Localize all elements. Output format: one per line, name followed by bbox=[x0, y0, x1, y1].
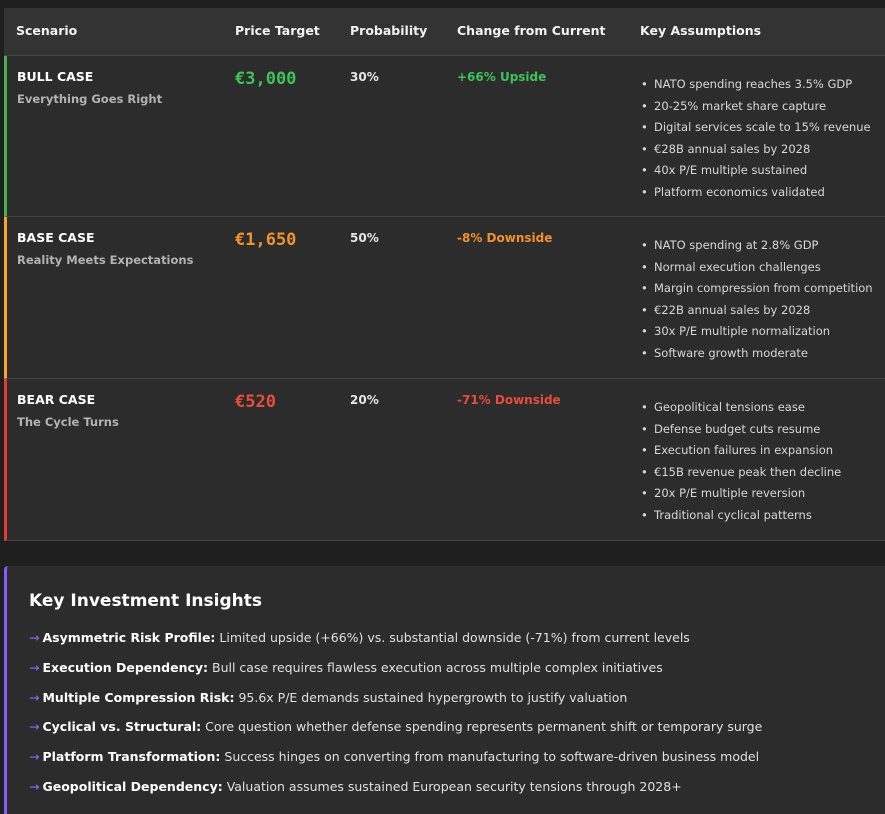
case-subtitle: The Cycle Turns bbox=[17, 415, 119, 429]
list-item: €22B annual sales by 2028 bbox=[637, 300, 873, 322]
arrow-right-icon: → bbox=[29, 778, 40, 794]
list-item: 20-25% market share capture bbox=[637, 96, 871, 118]
list-item: NATO spending reaches 3.5% GDP bbox=[637, 74, 871, 96]
list-item: Platform economics validated bbox=[637, 182, 871, 204]
header-scenario: Scenario bbox=[16, 23, 78, 38]
insight-heading: Multiple Compression Risk: bbox=[42, 689, 235, 705]
change-from-current: +66% Upside bbox=[457, 70, 547, 84]
list-item: €28B annual sales by 2028 bbox=[637, 139, 871, 161]
list-item: €15B revenue peak then decline bbox=[637, 462, 841, 484]
insight-heading: Execution Dependency: bbox=[42, 659, 209, 675]
header-change: Change from Current bbox=[457, 23, 606, 38]
list-item: → Execution Dependency: Bull case require… bbox=[29, 658, 762, 688]
probability: 50% bbox=[350, 231, 379, 245]
list-item: Normal execution challenges bbox=[637, 257, 873, 279]
list-item: → Platform Transformation: Success hinges… bbox=[29, 747, 762, 777]
probability: 30% bbox=[350, 70, 379, 84]
list-item: → Cyclical vs. Structural: Core question … bbox=[29, 717, 762, 747]
list-item: Software growth moderate bbox=[637, 343, 873, 365]
arrow-right-icon: → bbox=[29, 659, 40, 675]
list-item: Margin compression from competition bbox=[637, 278, 873, 300]
insight-text: Core question whether defense spending r… bbox=[201, 719, 763, 735]
case-subtitle: Everything Goes Right bbox=[17, 92, 163, 106]
price-target: €3,000 bbox=[235, 69, 297, 89]
list-item: 40x P/E multiple sustained bbox=[637, 160, 871, 182]
case-title: BULL CASE bbox=[17, 69, 94, 84]
arrow-right-icon: → bbox=[29, 689, 40, 705]
arrow-right-icon: → bbox=[29, 630, 40, 645]
insight-text: 95.6x P/E demands sustained hypergrowth … bbox=[234, 689, 628, 705]
insights-list: → Asymmetric Risk Profile: Limited upside… bbox=[29, 628, 762, 807]
header-price-target: Price Target bbox=[235, 23, 320, 38]
list-item: → Asymmetric Risk Profile: Limited upside… bbox=[29, 628, 762, 658]
assumption-list: NATO spending reaches 3.5% GDP 20-25% ma… bbox=[637, 74, 871, 203]
list-item: Traditional cyclical patterns bbox=[637, 505, 841, 527]
list-item: NATO spending at 2.8% GDP bbox=[637, 235, 873, 257]
list-item: 20x P/E multiple reversion bbox=[637, 483, 841, 505]
case-title: BASE CASE bbox=[17, 230, 95, 245]
arrow-right-icon: → bbox=[29, 749, 40, 765]
insight-text: Limited upside (+66%) vs. substantial do… bbox=[215, 630, 690, 645]
insights-title: Key Investment Insights bbox=[29, 591, 262, 611]
insight-text: Bull case requires flawless execution ac… bbox=[208, 659, 663, 675]
insight-heading: Platform Transformation: bbox=[42, 749, 221, 765]
insight-text: Valuation assumes sustained European sec… bbox=[222, 778, 682, 794]
list-item: Digital services scale to 15% revenue bbox=[637, 117, 871, 139]
table-header: Scenario Price Target Probability Change… bbox=[4, 8, 885, 56]
list-item: → Multiple Compression Risk: 95.6x P/E de… bbox=[29, 688, 762, 718]
key-insights-panel: Key Investment Insights → Asymmetric Risk… bbox=[4, 566, 885, 814]
scenario-table: Scenario Price Target Probability Change… bbox=[4, 8, 885, 541]
list-item: Execution failures in expansion bbox=[637, 440, 841, 462]
probability: 20% bbox=[350, 393, 379, 407]
insight-heading: Asymmetric Risk Profile: bbox=[42, 630, 216, 645]
insight-heading: Cyclical vs. Structural: bbox=[42, 719, 202, 735]
change-from-current: -71% Downside bbox=[457, 393, 561, 407]
insight-text: Success hinges on converting from manufa… bbox=[220, 749, 760, 765]
list-item: → Geopolitical Dependency: Valuation assu… bbox=[29, 777, 762, 807]
list-item: Defense budget cuts resume bbox=[637, 419, 841, 441]
header-key-assumptions: Key Assumptions bbox=[640, 23, 762, 38]
price-target: €1,650 bbox=[235, 230, 297, 250]
header-probability: Probability bbox=[350, 23, 428, 38]
assumption-list: Geopolitical tensions ease Defense budge… bbox=[637, 397, 841, 526]
price-target: €520 bbox=[235, 392, 276, 412]
case-title: BEAR CASE bbox=[17, 392, 96, 407]
table-row-base-case: BASE CASE Reality Meets Expectations €1,… bbox=[4, 217, 885, 379]
arrow-right-icon: → bbox=[29, 719, 40, 735]
list-item: 30x P/E multiple normalization bbox=[637, 321, 873, 343]
case-subtitle: Reality Meets Expectations bbox=[17, 253, 194, 267]
table-row-bear-case: BEAR CASE The Cycle Turns €520 20% -71% … bbox=[4, 379, 885, 541]
assumption-list: NATO spending at 2.8% GDP Normal executi… bbox=[637, 235, 873, 364]
change-from-current: -8% Downside bbox=[457, 231, 553, 245]
insight-heading: Geopolitical Dependency: bbox=[42, 778, 223, 794]
list-item: Geopolitical tensions ease bbox=[637, 397, 841, 419]
table-row-bull-case: BULL CASE Everything Goes Right €3,000 3… bbox=[4, 56, 885, 217]
